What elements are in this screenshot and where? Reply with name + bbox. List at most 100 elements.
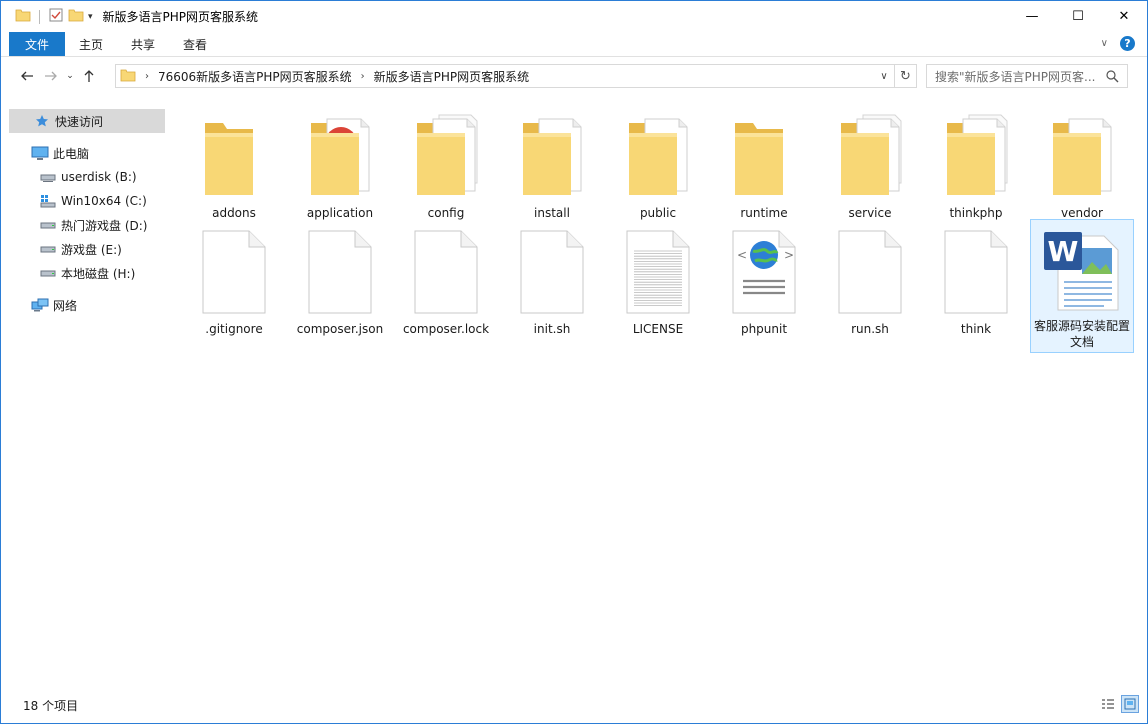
breadcrumb-chevron-icon[interactable]: › xyxy=(145,71,149,82)
computer-icon xyxy=(31,145,49,161)
folder-icon xyxy=(818,107,922,199)
file-item[interactable]: W 客服源码安装配置文档 xyxy=(1030,219,1134,353)
properties-icon[interactable] xyxy=(48,7,64,26)
file-item[interactable]: config xyxy=(394,107,498,221)
file-icon xyxy=(394,223,498,315)
text-file-icon xyxy=(606,223,710,315)
file-item[interactable]: composer.lock xyxy=(394,223,498,337)
sidebar-item-quick-access[interactable]: 快速访问 xyxy=(9,109,165,133)
file-item[interactable]: run.sh xyxy=(818,223,922,337)
svg-text:<: < xyxy=(737,248,747,262)
file-item[interactable]: public xyxy=(606,107,710,221)
search-icon xyxy=(1105,69,1119,86)
network-icon xyxy=(31,297,49,313)
details-view-icon[interactable] xyxy=(1099,695,1117,713)
tab-share[interactable]: 共享 xyxy=(117,32,169,56)
customize-toolbar-chevron-icon[interactable]: ▾ xyxy=(88,12,93,22)
svg-text:W: W xyxy=(1048,235,1079,268)
file-icon xyxy=(818,223,922,315)
web-file-icon: < > xyxy=(712,223,816,315)
word-document-icon: W xyxy=(1031,220,1133,312)
sidebar-item-drive-d[interactable]: 热门游戏盘 (D:) xyxy=(39,213,147,237)
file-name: LICENSE xyxy=(632,322,684,336)
breadcrumb-item[interactable]: 新版多语言PHP网页客服系统 xyxy=(374,68,530,85)
file-item[interactable]: vendor xyxy=(1030,107,1134,221)
file-item[interactable]: composer.json xyxy=(288,223,392,337)
forward-button[interactable] xyxy=(39,64,63,88)
folder-icon xyxy=(606,107,710,199)
sidebar-item-drive-b[interactable]: userdisk (B:) xyxy=(39,165,137,189)
folder-icon xyxy=(712,107,816,199)
file-name: runtime xyxy=(740,206,788,220)
file-icon xyxy=(182,223,286,315)
maximize-button[interactable]: ☐ xyxy=(1055,1,1101,32)
file-name: composer.lock xyxy=(402,322,490,336)
sidebar-item-label: 游戏盘 (E:) xyxy=(61,242,122,257)
file-icon xyxy=(924,223,1028,315)
file-item[interactable]: init.sh xyxy=(500,223,604,337)
file-name: service xyxy=(848,206,892,220)
file-item[interactable]: service xyxy=(818,107,922,221)
file-name: addons xyxy=(212,206,256,220)
file-name: thinkphp xyxy=(949,206,1003,220)
back-button[interactable] xyxy=(15,64,39,88)
file-name: public xyxy=(639,206,677,220)
file-item[interactable]: application xyxy=(288,107,392,221)
up-button[interactable] xyxy=(77,64,101,88)
file-item[interactable]: .gitignore xyxy=(182,223,286,337)
file-icon xyxy=(500,223,604,315)
sidebar-item-label: Win10x64 (C:) xyxy=(61,194,147,208)
breadcrumb-chevron-icon[interactable]: › xyxy=(361,71,365,82)
tab-view[interactable]: 查看 xyxy=(169,32,221,56)
sidebar-item-network[interactable]: 网络 xyxy=(31,293,77,317)
drive-icon xyxy=(39,265,57,281)
sidebar-item-label: 本地磁盘 (H:) xyxy=(61,266,136,281)
expand-ribbon-chevron-icon[interactable]: ∨ xyxy=(1101,38,1108,49)
window-title: 新版多语言PHP网页客服系统 xyxy=(102,10,259,24)
sidebar-item-drive-c[interactable]: Win10x64 (C:) xyxy=(39,189,147,213)
file-item[interactable]: think xyxy=(924,223,1028,337)
address-row: ⌄ › 76606新版多语言PHP网页客服系统 › 新版多语言PHP网页客服系统… xyxy=(1,58,1147,94)
help-icon[interactable]: ? xyxy=(1120,36,1135,51)
refresh-icon[interactable]: ↻ xyxy=(894,65,916,87)
folder-icon xyxy=(924,107,1028,199)
quick-access-toolbar: ▾ xyxy=(1,7,93,26)
network-drive-icon xyxy=(39,169,57,185)
file-item[interactable]: < > phpunit xyxy=(712,223,816,337)
folder-icon xyxy=(182,107,286,199)
recent-locations-chevron-icon[interactable]: ⌄ xyxy=(63,64,77,88)
search-input[interactable]: 搜索"新版多语言PHP网页客... xyxy=(926,64,1128,88)
address-bar[interactable]: › 76606新版多语言PHP网页客服系统 › 新版多语言PHP网页客服系统 ∨… xyxy=(115,64,917,88)
folder-icon xyxy=(15,7,31,26)
folder-icon xyxy=(1030,107,1134,199)
folder-icon xyxy=(394,107,498,199)
file-name: run.sh xyxy=(851,322,889,336)
address-dropdown-chevron-icon[interactable]: ∨ xyxy=(874,71,894,82)
file-item[interactable]: addons xyxy=(182,107,286,221)
tab-file[interactable]: 文件 xyxy=(9,32,65,56)
svg-text:>: > xyxy=(784,248,794,262)
minimize-button[interactable]: — xyxy=(1009,1,1055,32)
close-button[interactable]: ✕ xyxy=(1101,1,1147,32)
sidebar-item-drive-h[interactable]: 本地磁盘 (H:) xyxy=(39,261,135,285)
file-name: composer.json xyxy=(296,322,384,336)
large-icons-view-icon[interactable] xyxy=(1121,695,1139,713)
breadcrumb-item[interactable]: 76606新版多语言PHP网页客服系统 xyxy=(158,68,352,85)
file-name: .gitignore xyxy=(205,322,263,336)
sidebar-item-this-pc[interactable]: 此电脑 xyxy=(31,141,89,165)
file-item[interactable]: thinkphp xyxy=(924,107,1028,221)
new-folder-icon[interactable] xyxy=(68,7,84,26)
file-name: install xyxy=(534,206,570,220)
sidebar-item-drive-e[interactable]: 游戏盘 (E:) xyxy=(39,237,122,261)
window-controls: — ☐ ✕ xyxy=(1009,1,1147,32)
file-item[interactable]: LICENSE xyxy=(606,223,710,337)
file-name: config xyxy=(427,206,465,220)
folder-icon xyxy=(500,107,604,199)
file-item[interactable]: install xyxy=(500,107,604,221)
file-name: init.sh xyxy=(533,322,571,336)
windows-drive-icon xyxy=(39,193,57,209)
file-name: think xyxy=(960,322,992,336)
file-item[interactable]: runtime xyxy=(712,107,816,221)
sidebar-item-label: 此电脑 xyxy=(53,146,90,161)
tab-home[interactable]: 主页 xyxy=(65,32,117,56)
